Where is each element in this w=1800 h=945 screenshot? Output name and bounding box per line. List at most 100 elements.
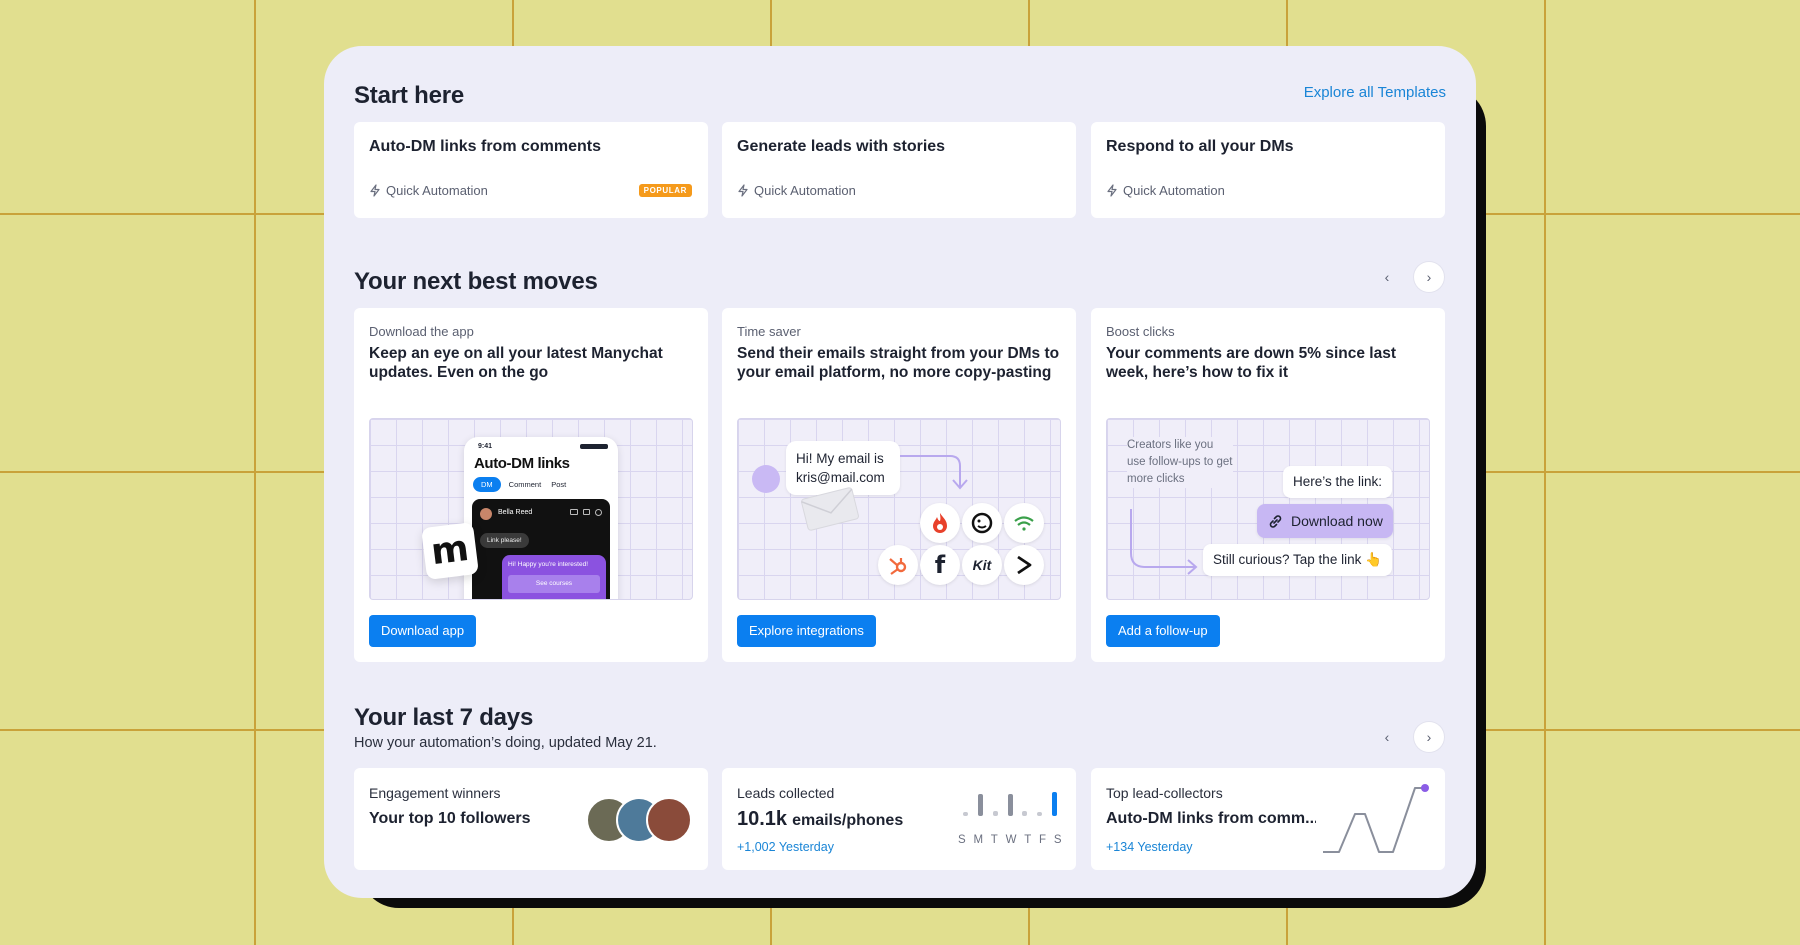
card-headline: Keep an eye on all your latest Manychat … [369,345,663,381]
card-eyebrow: Time saver [737,324,801,339]
curious-chip: Still curious? Tap the link 👆 [1203,544,1392,576]
avatar [646,797,692,843]
leads-day-label: S [1053,834,1062,846]
chat-outgoing-button: See courses [508,575,600,593]
leads-bar [1037,812,1043,816]
follow-up-arrow-icon [1130,509,1198,575]
email-bubble-line1: Hi! My email is [796,451,884,466]
leads-bar [992,811,998,816]
move-card-integrations: Time saver Send their emails straight fr… [722,308,1076,662]
leads-value-row: 10.1k emails/phones [737,808,903,831]
leads-bar [1052,792,1058,816]
stat-card-engagement[interactable]: Engagement winners Your top 10 followers [354,768,708,870]
creators-note: Creators like you use follow-ups to get … [1127,437,1233,488]
stat-main: Auto-DM links from comm... [1106,810,1316,827]
chat-outgoing: Hi! Happy you're interested! See courses [502,555,606,599]
stat-card-leads[interactable]: Leads collected 10.1k emails/phones +1,0… [722,768,1076,870]
integrations-illustration: Hi! My email is kris@mail.com f Kit [737,418,1061,600]
manychat-logo-mark: m [428,527,472,574]
card-eyebrow: Download the app [369,324,474,339]
leads-day-label: F [1039,834,1047,846]
main-panel: Start here Explore all Templates Auto-DM… [324,46,1476,898]
leads-bar [1022,811,1028,816]
template-meta: Quick Automation [369,183,488,198]
flow-arrow-icon [900,455,968,490]
activecampaign-icon [1004,545,1044,585]
leads-day-label: S [958,834,967,846]
user-dot [752,465,780,493]
leads-delta: +1,002 Yesterday [737,840,834,854]
template-card[interactable]: Respond to all your DMs Quick Automation [1091,122,1445,218]
trend-end-dot [1421,784,1429,792]
stats-next-button[interactable]: › [1414,722,1444,752]
explore-integrations-button[interactable]: Explore integrations [737,615,876,647]
fire-icon [920,503,960,543]
leads-day-label: M [973,834,984,846]
section-title-next-moves: Your next best moves [354,268,598,295]
template-card[interactable]: Auto-DM links from comments Quick Automa… [354,122,708,218]
email-bubble-line2: kris@mail.com [796,470,885,485]
avatar [480,508,492,520]
chat-incoming: Link please! [480,533,529,548]
card-headline: Send their emails straight from your DMs… [737,345,1060,381]
app-illustration: 9:41 Auto-DM links DM Comment Post Bella… [369,418,693,600]
kit-icon: Kit [962,545,1002,585]
add-follow-up-button[interactable]: Add a follow-up [1106,615,1220,647]
link-icon [1269,515,1282,528]
download-now-label: Download now [1291,513,1383,529]
stat-label: Top lead-collectors [1106,785,1223,801]
move-card-download-app: Download the app Keep an eye on all your… [354,308,708,662]
phone-tab-comment: Comment [508,480,542,489]
trend-line-chart [1323,784,1429,853]
chat-actions [570,509,602,516]
template-meta-label: Quick Automation [754,183,856,198]
video-icon [570,509,578,515]
leads-day-label: T [1024,834,1032,846]
carousel-prev-button[interactable]: ‹ [1372,262,1402,292]
leads-day-label: T [990,834,999,846]
template-title: Generate leads with stories [737,138,946,155]
template-title: Auto-DM links from comments [369,138,602,155]
leads-bar-chart [958,786,1062,828]
leads-value: 10.1k [737,808,788,830]
lightning-icon [738,184,748,197]
stat-label: Leads collected [737,785,835,801]
explore-templates-link[interactable]: Explore all Templates [1304,84,1446,101]
leads-bar [962,812,968,816]
template-meta: Quick Automation [737,183,856,198]
mailchimp-icon [962,503,1002,543]
template-meta-label: Quick Automation [386,183,488,198]
card-headline: Your comments are down 5% since last wee… [1106,345,1396,381]
follow-up-illustration: Creators like you use follow-ups to get … [1106,418,1430,600]
phone-title: Auto-DM links [474,455,570,472]
hubspot-icon [878,545,918,585]
phone-time: 9:41 [478,443,493,450]
template-card[interactable]: Generate leads with stories Quick Automa… [722,122,1076,218]
carousel-next-button[interactable]: › [1414,262,1444,292]
leads-unit: emails/phones [792,812,904,829]
download-app-button[interactable]: Download app [369,615,477,647]
link-chip: Here’s the link: [1283,466,1393,498]
facebook-icon: f [920,545,960,585]
stats-prev-button[interactable]: ‹ [1372,722,1402,752]
popular-badge: POPULAR [638,184,692,197]
section-subtitle: How your automation’s doing, updated May… [354,735,657,751]
stat-label: Engagement winners [369,785,501,801]
card-eyebrow: Boost clicks [1106,324,1175,339]
collectors-delta: +134 Yesterday [1106,840,1193,854]
phone-tabs: DM Comment Post [473,477,568,492]
info-icon [595,509,602,516]
stat-card-top-collectors[interactable]: Top lead-collectors Auto-DM links from c… [1091,768,1445,870]
phone-mockup: 9:41 Auto-DM links DM Comment Post Bella… [464,437,618,599]
phone-status-icons [580,444,608,449]
lightning-icon [370,184,380,197]
leads-day-labels: SMTWTFS [958,834,1062,846]
wifi-icon [1004,503,1044,543]
leads-bar [1007,794,1013,816]
section-title-last-7-days: Your last 7 days [354,704,534,731]
flag-icon [583,509,590,515]
leads-bar [977,794,983,816]
manychat-logo: m [421,522,479,580]
phone-chat: Bella Reed Link please! Hi! Happy you're… [472,499,610,599]
lightning-icon [1107,184,1117,197]
